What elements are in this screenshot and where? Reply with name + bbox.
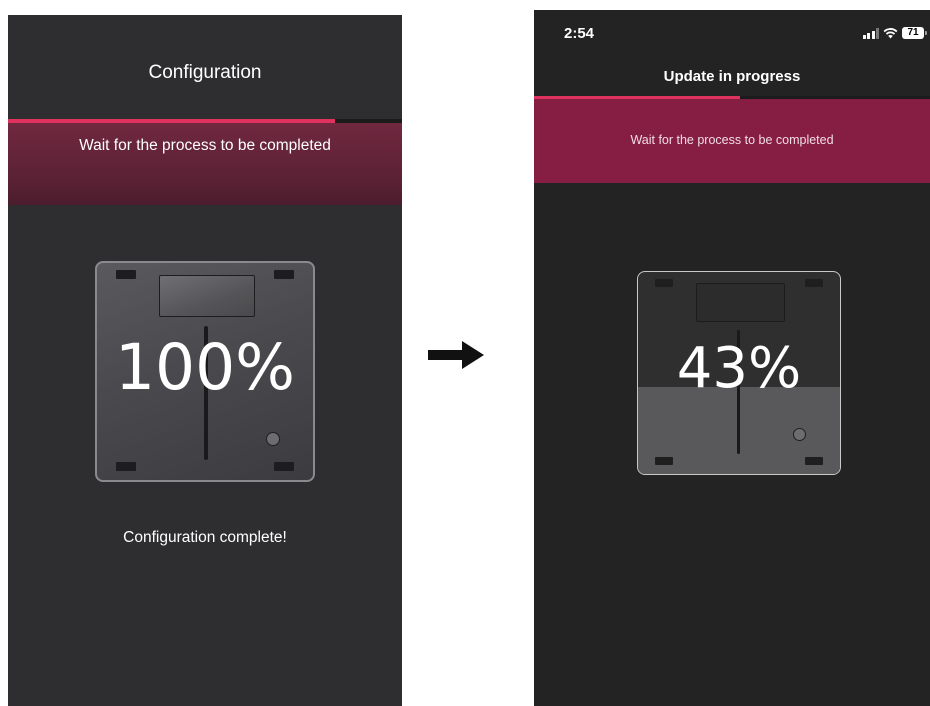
device-display [159, 275, 255, 317]
banner-text: Wait for the process to be completed [79, 137, 331, 154]
wifi-icon [883, 28, 898, 39]
device-led-icon [266, 432, 280, 446]
device-corner-clip [116, 462, 136, 471]
banner-text: Wait for the process to be completed [630, 133, 834, 147]
info-banner: Wait for the process to be completed [534, 99, 930, 183]
page-title: Configuration [148, 62, 262, 83]
update-screen: 2:54 71 Update in progress Wait for the … [534, 10, 930, 706]
signal-icon [862, 27, 879, 39]
device-display [696, 283, 785, 322]
info-banner: Wait for the process to be completed [8, 123, 402, 205]
battery-icon: 71 [902, 27, 927, 39]
device-corner-clip [116, 270, 136, 279]
progress-percentage: 100% [114, 331, 296, 404]
configuration-screen: Configuration Wait for the process to be… [8, 15, 402, 706]
device-illustration: 100% [95, 261, 315, 482]
device-corner-clip [274, 270, 294, 279]
device-corner-clip [805, 457, 823, 465]
device-corner-clip [655, 457, 673, 465]
progress-percentage: 43% [676, 336, 802, 401]
right-arrow-icon [428, 341, 484, 369]
status-bar: 2:54 71 [534, 10, 930, 50]
device-corner-clip [655, 279, 673, 287]
device-illustration: 43% [637, 271, 841, 475]
status-bar-time: 2:54 [564, 25, 595, 42]
device-led-icon [793, 428, 806, 441]
page-title: Update in progress [663, 68, 801, 85]
status-message: Configuration complete! [123, 529, 287, 546]
device-corner-clip [274, 462, 294, 471]
device-corner-clip [805, 279, 823, 287]
